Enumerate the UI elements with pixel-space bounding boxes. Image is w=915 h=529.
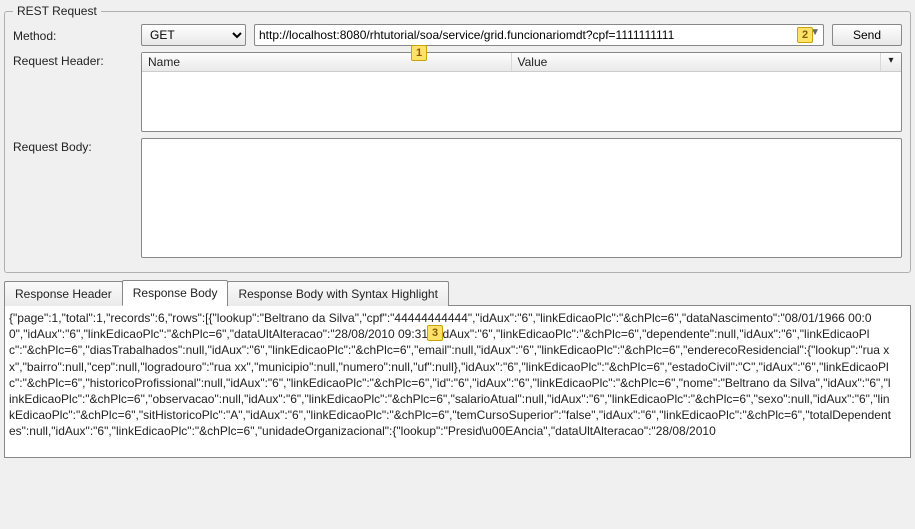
tab-response-body[interactable]: Response Body	[122, 280, 229, 306]
callout-1: 1	[411, 45, 427, 61]
tab-response-highlight[interactable]: Response Body with Syntax Highlight	[227, 281, 448, 306]
header-col-name[interactable]: Name	[142, 53, 512, 71]
tab-response-header[interactable]: Response Header	[4, 281, 123, 306]
callout-3: 3	[427, 325, 443, 341]
send-button[interactable]: Send	[832, 24, 902, 46]
header-col-value[interactable]: Value	[512, 53, 882, 71]
response-body-text[interactable]: {"page":1,"total":1,"records":6,"rows":[…	[4, 306, 911, 458]
rest-request-legend: REST Request	[13, 4, 101, 18]
response-tabs: Response Header Response Body Response B…	[4, 279, 911, 306]
request-header-table[interactable]: Name Value ▾	[141, 52, 902, 132]
url-input[interactable]	[254, 24, 824, 46]
method-label: Method:	[13, 27, 133, 43]
method-select[interactable]: GET	[141, 24, 246, 46]
request-header-label: Request Header:	[13, 52, 133, 68]
request-body-label: Request Body:	[13, 138, 133, 154]
callout-2: 2	[797, 27, 813, 43]
rest-request-group: REST Request Method: GET ▼ 1 2 Send Requ…	[4, 4, 911, 273]
table-options-icon[interactable]: ▾	[881, 53, 901, 71]
request-body-input[interactable]	[141, 138, 902, 258]
